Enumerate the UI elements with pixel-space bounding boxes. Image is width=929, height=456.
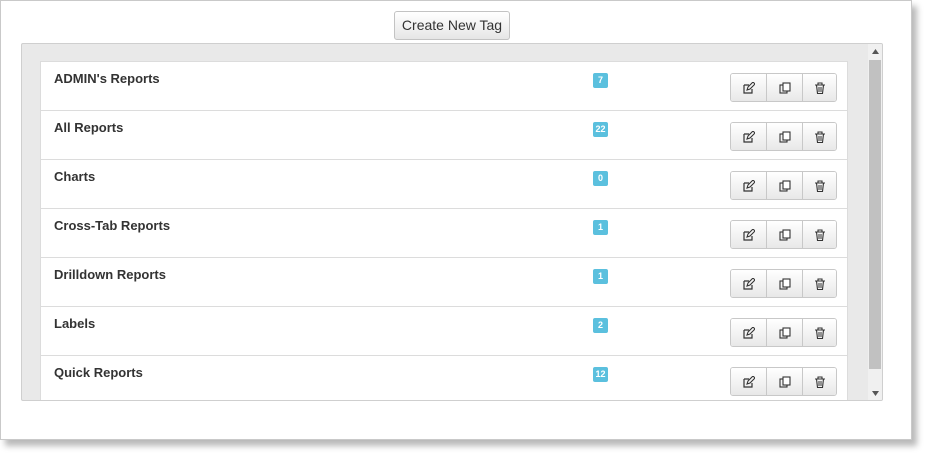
tag-row: ADMIN's Reports 7: [41, 62, 847, 111]
trash-icon: [814, 375, 825, 388]
edit-icon: [742, 81, 755, 94]
delete-button[interactable]: [803, 74, 836, 101]
scroll-up-arrow[interactable]: [868, 44, 882, 58]
tag-row: Cross-Tab Reports 1: [41, 209, 847, 258]
tag-count-badge: 12: [593, 367, 608, 382]
caret-down-icon: [871, 390, 879, 396]
trash-icon: [814, 228, 825, 241]
edit-button[interactable]: [731, 172, 767, 199]
scroll-thumb[interactable]: [869, 60, 881, 369]
tag-name: All Reports: [54, 120, 124, 135]
scroll-down-arrow[interactable]: [868, 386, 882, 400]
edit-icon: [742, 228, 755, 241]
tag-count-badge: 7: [593, 73, 608, 88]
copy-button[interactable]: [767, 319, 803, 346]
delete-button[interactable]: [803, 319, 836, 346]
delete-button[interactable]: [803, 270, 836, 297]
edit-icon: [742, 179, 755, 192]
tag-list: ADMIN's Reports 7 All Reports 22 Charts …: [40, 61, 848, 400]
vertical-scrollbar[interactable]: [868, 44, 882, 400]
edit-icon: [742, 130, 755, 143]
dialog-window: Create New Tag ADMIN's Reports 7 All Rep…: [0, 0, 912, 440]
copy-button[interactable]: [767, 123, 803, 150]
copy-icon: [778, 228, 791, 241]
tag-actions: [730, 171, 837, 200]
tag-count-badge: 2: [593, 318, 608, 333]
delete-button[interactable]: [803, 123, 836, 150]
edit-icon: [742, 326, 755, 339]
copy-icon: [778, 179, 791, 192]
edit-button[interactable]: [731, 270, 767, 297]
tag-row: Drilldown Reports 1: [41, 258, 847, 307]
tag-name: Drilldown Reports: [54, 267, 166, 282]
tag-row: Quick Reports 12: [41, 356, 847, 400]
copy-button[interactable]: [767, 172, 803, 199]
copy-button[interactable]: [767, 270, 803, 297]
tag-name: Charts: [54, 169, 96, 184]
delete-button[interactable]: [803, 368, 836, 395]
caret-up-icon: [871, 48, 879, 54]
delete-button[interactable]: [803, 221, 836, 248]
trash-icon: [814, 81, 825, 94]
edit-button[interactable]: [731, 221, 767, 248]
copy-button[interactable]: [767, 74, 803, 101]
tag-count-badge: 22: [593, 122, 608, 137]
tag-actions: [730, 73, 837, 102]
edit-button[interactable]: [731, 123, 767, 150]
tag-count-badge: 0: [593, 171, 608, 186]
edit-button[interactable]: [731, 319, 767, 346]
tag-name: Quick Reports: [54, 365, 143, 380]
tag-row: All Reports 22: [41, 111, 847, 160]
edit-button[interactable]: [731, 368, 767, 395]
tag-row: Labels 2: [41, 307, 847, 356]
copy-icon: [778, 277, 791, 290]
tag-name: Labels: [54, 316, 96, 331]
tag-count-badge: 1: [593, 220, 608, 235]
edit-icon: [742, 277, 755, 290]
copy-icon: [778, 326, 791, 339]
trash-icon: [814, 277, 825, 290]
edit-button[interactable]: [731, 74, 767, 101]
tag-list-panel: ADMIN's Reports 7 All Reports 22 Charts …: [21, 43, 883, 401]
copy-icon: [778, 375, 791, 388]
tag-actions: [730, 269, 837, 298]
trash-icon: [814, 326, 825, 339]
tag-actions: [730, 367, 837, 396]
create-new-tag-button[interactable]: Create New Tag: [394, 11, 510, 40]
tag-actions: [730, 318, 837, 347]
copy-button[interactable]: [767, 221, 803, 248]
trash-icon: [814, 130, 825, 143]
copy-button[interactable]: [767, 368, 803, 395]
tag-actions: [730, 220, 837, 249]
tag-name: Cross-Tab Reports: [54, 218, 171, 233]
tag-actions: [730, 122, 837, 151]
copy-icon: [778, 130, 791, 143]
trash-icon: [814, 179, 825, 192]
tag-name: ADMIN's Reports: [54, 71, 160, 86]
edit-icon: [742, 375, 755, 388]
tag-row: Charts 0: [41, 160, 847, 209]
delete-button[interactable]: [803, 172, 836, 199]
copy-icon: [778, 81, 791, 94]
tag-count-badge: 1: [593, 269, 608, 284]
